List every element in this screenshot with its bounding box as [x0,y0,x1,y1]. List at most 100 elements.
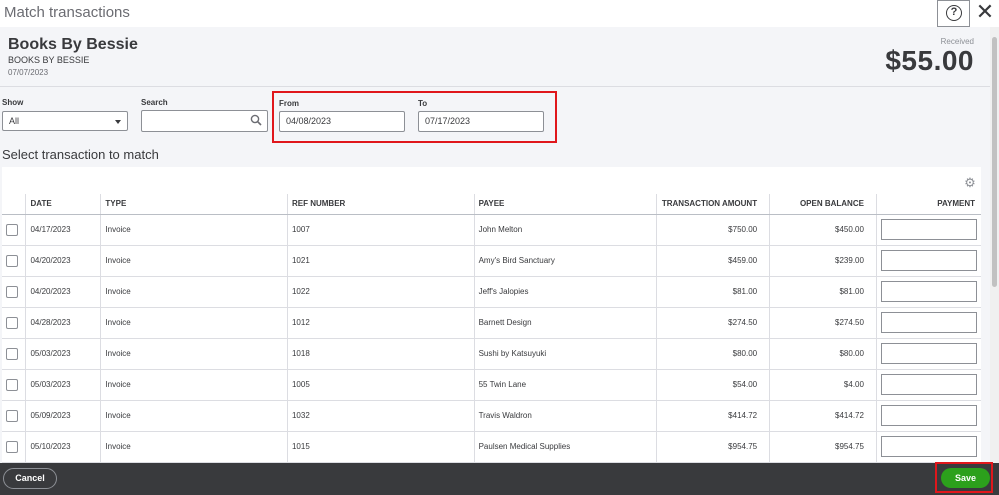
cell-date: 04/17/2023 [25,214,101,246]
cell-transaction-amount: $954.75 [656,431,770,463]
row-checkbox[interactable] [6,347,18,360]
row-checkbox[interactable] [6,378,18,391]
cell-open-balance: $81.00 [769,276,877,308]
cell-open-balance: $450.00 [769,214,877,246]
cell-transaction-amount: $750.00 [656,214,770,246]
column-header-transaction-amount[interactable]: TRANSACTION AMOUNT [656,194,770,215]
column-header-open-balance[interactable]: OPEN BALANCE [769,194,877,215]
payment-input[interactable] [880,219,977,240]
payment-input[interactable] [880,405,977,426]
cell-type: Invoice [100,307,288,339]
cell-payment [875,369,981,401]
payment-input[interactable] [880,312,977,333]
save-button[interactable]: Save [941,468,990,488]
chevron-down-icon [115,120,121,124]
cell-payment [875,431,981,463]
checkbox-cell [2,369,26,401]
row-checkbox[interactable] [6,254,18,267]
help-button[interactable]: ? [937,0,970,27]
row-checkbox[interactable] [6,409,18,422]
table-row[interactable]: 05/03/2023 Invoice 1018 Sushi by Katsuyuki $… [2,338,981,370]
column-header-type[interactable]: TYPE [100,194,288,215]
search-input[interactable] [141,110,268,132]
cell-type: Invoice [100,245,288,277]
table-header-row: DATE TYPE REF NUMBER PAYEE TRANSACTION A… [2,194,981,215]
cell-transaction-amount: $414.72 [656,400,770,432]
show-select[interactable]: All [2,111,128,131]
table-row[interactable]: 05/10/2023 Invoice 1015 Paulsen Medical Sup… [2,431,981,463]
footer-bar: Cancel [0,463,999,495]
cell-transaction-amount: $80.00 [656,338,770,370]
window-title: Match transactions [4,4,130,21]
cell-payment [875,400,981,432]
cell-payment [875,338,981,370]
match-header: Books By Bessie BOOKS BY BESSIE 07/07/20… [0,27,990,87]
payment-input[interactable] [880,281,977,302]
cell-open-balance: $414.72 [769,400,877,432]
cell-date: 04/20/2023 [25,245,101,277]
search-icon[interactable] [250,114,262,126]
table-row[interactable]: 04/20/2023 Invoice 1021 Amy's Bird Sanctuar… [2,245,981,277]
cancel-button[interactable]: Cancel [3,468,57,489]
vertical-scrollbar[interactable] [990,27,999,463]
column-header-payment: PAYMENT [875,194,981,215]
cell-date: 05/03/2023 [25,338,101,370]
section-heading: Select transaction to match [2,147,159,162]
cell-type: Invoice [100,214,288,246]
checkbox-cell [2,400,26,432]
table-row[interactable]: 04/28/2023 Invoice 1012 Barnett Design $274.… [2,307,981,339]
payment-input[interactable] [880,436,977,457]
cell-payment [875,214,981,246]
cell-payee: Amy's Bird Sanctuary [473,245,657,277]
checkbox-cell [2,214,26,246]
cell-ref-number: 1007 [286,214,475,246]
checkbox-cell [2,338,26,370]
payee-name: Books By Bessie [8,36,138,53]
cell-payee: 55 Twin Lane [473,369,657,401]
column-header-payee[interactable]: PAYEE [473,194,657,215]
cell-open-balance: $80.00 [769,338,877,370]
cell-payee: Paulsen Medical Supplies [473,431,657,463]
table-row[interactable]: 05/03/2023 Invoice 1005 55 Twin Lane $54.00 $… [2,369,981,401]
close-icon[interactable]: ✕ [974,1,996,25]
payee-description: BOOKS BY BESSIE [8,55,90,65]
checkbox-cell [2,431,26,463]
title-bar: Match transactions ? ✕ [0,0,999,27]
cell-ref-number: 1005 [286,369,475,401]
cell-open-balance: $239.00 [769,245,877,277]
transaction-date: 07/07/2023 [8,68,49,77]
payment-input[interactable] [880,343,977,364]
cell-open-balance: $954.75 [769,431,877,463]
cell-ref-number: 1018 [286,338,475,370]
cell-transaction-amount: $81.00 [656,276,770,308]
table-row[interactable]: 05/09/2023 Invoice 1032 Travis Waldron $414.… [2,400,981,432]
scrollbar-thumb[interactable] [992,37,997,287]
row-checkbox[interactable] [6,285,18,298]
cell-transaction-amount: $274.50 [656,307,770,339]
show-select-value: All [9,116,20,126]
gear-icon[interactable]: ⚙ [963,176,977,190]
cell-transaction-amount: $459.00 [656,245,770,277]
date-range-highlight [272,91,557,143]
cell-payee: John Melton [473,214,657,246]
table-row[interactable]: 04/20/2023 Invoice 1022 Jeff's Jalopies $81.… [2,276,981,308]
cell-type: Invoice [100,338,288,370]
cell-payee: Travis Waldron [473,400,657,432]
payment-input[interactable] [880,250,977,271]
row-checkbox[interactable] [6,316,18,329]
row-checkbox[interactable] [6,223,18,236]
cell-payment [875,307,981,339]
row-checkbox[interactable] [6,440,18,453]
select-column-header [2,194,26,215]
cell-date: 04/28/2023 [25,307,101,339]
cell-type: Invoice [100,276,288,308]
table-row[interactable]: 04/17/2023 Invoice 1007 John Melton $750.00 $… [2,214,981,246]
search-label: Search [141,98,168,107]
column-header-date[interactable]: DATE [25,194,101,215]
payment-input[interactable] [880,374,977,395]
cell-date: 05/10/2023 [25,431,101,463]
column-header-ref-number[interactable]: REF NUMBER [286,194,475,215]
cell-type: Invoice [100,369,288,401]
cell-payee: Sushi by Katsuyuki [473,338,657,370]
cell-ref-number: 1015 [286,431,475,463]
